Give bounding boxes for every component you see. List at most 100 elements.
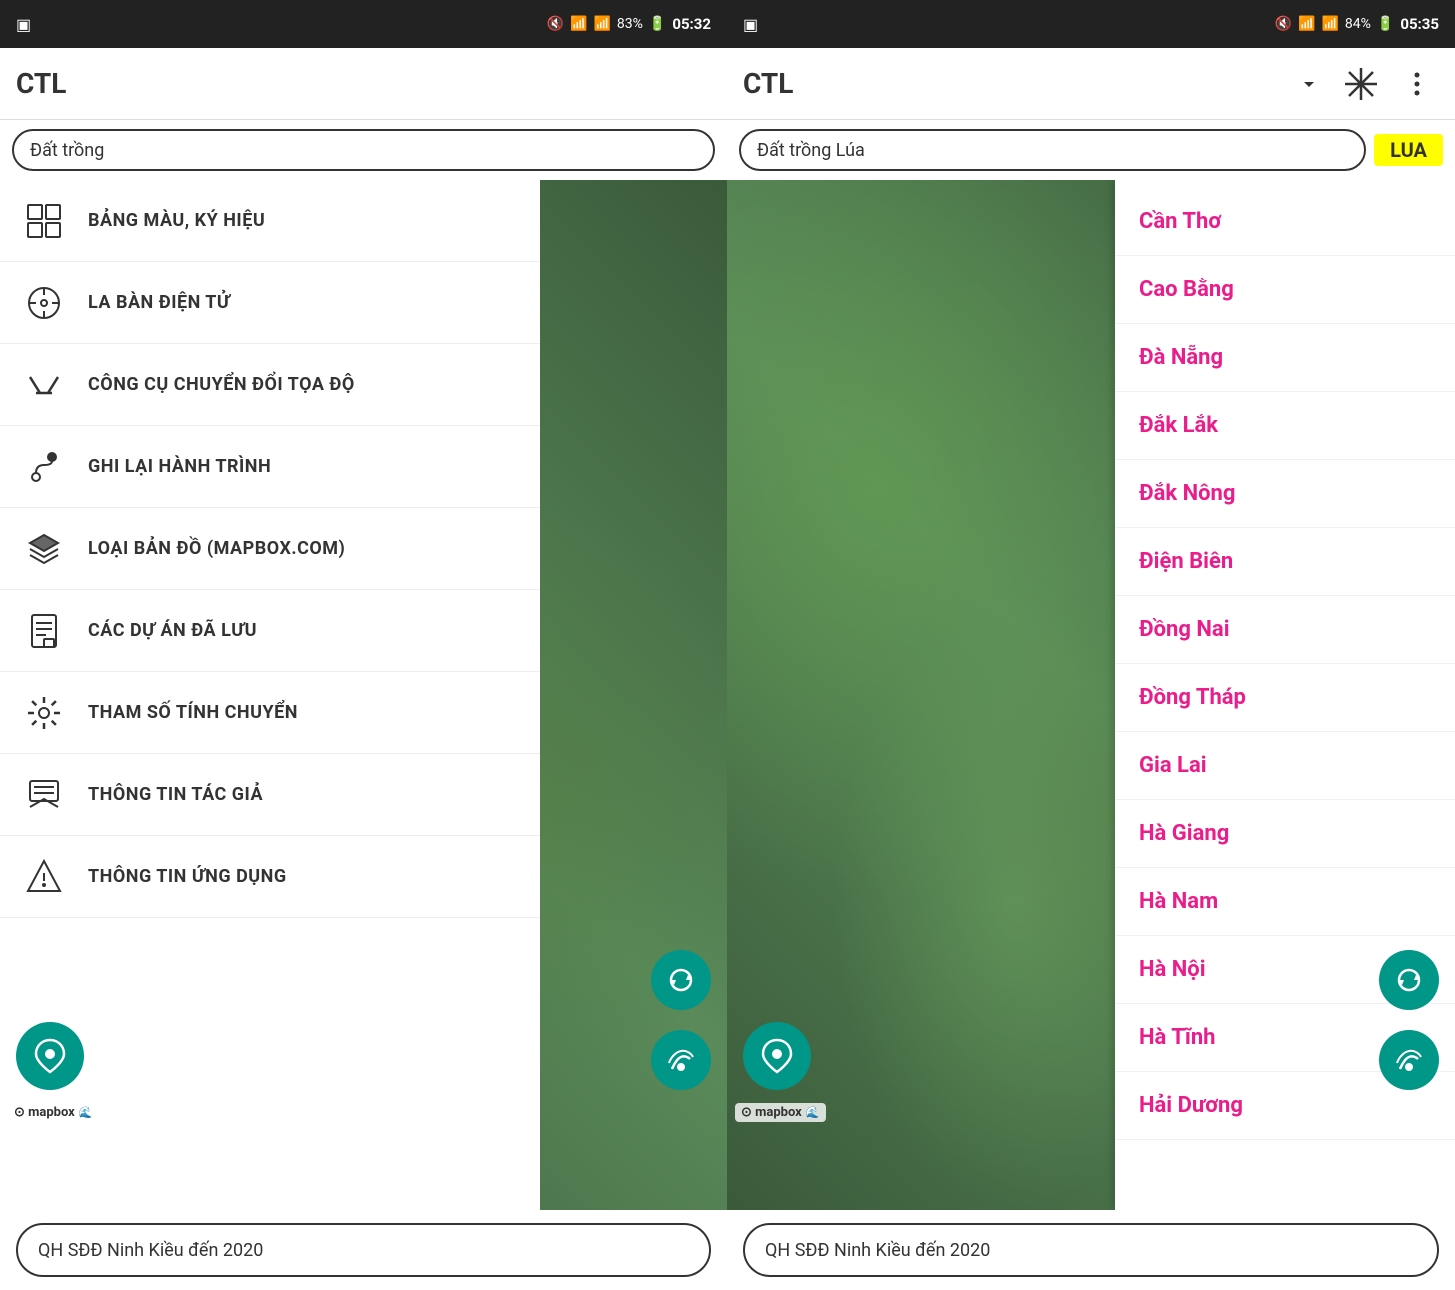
dropdown-label-ha-noi: Hà Nội — [1139, 957, 1206, 982]
app-title-right: CTL — [743, 67, 793, 100]
time-left: 05:32 — [672, 15, 711, 33]
map-area-right: Cần Thơ Cao Bằng Đà Nẵng Đắk Lắk Đắk Nôn… — [727, 180, 1455, 1210]
status-bar-right: ▣ 🔇 📶 📶 84% 🔋 05:35 — [727, 0, 1455, 48]
menu-label-cac-du-an: CÁC DỰ ÁN ĐÃ LƯU — [88, 620, 257, 641]
dropdown-item-can-tho[interactable]: Cần Thơ — [1115, 188, 1455, 256]
dropdown-label-ha-giang: Hà Giang — [1139, 821, 1229, 846]
dropdown-label-hai-duong: Hải Dương — [1139, 1093, 1243, 1118]
screen-icon: ▣ — [16, 15, 31, 34]
battery-icon-right: 🔋 — [1377, 16, 1394, 32]
panel-left: ▣ 🔇 📶 📶 83% 🔋 05:32 CTL Đất trồng — [0, 0, 727, 1290]
signal-icon-right: 📶 — [1321, 16, 1338, 32]
dropdown-label-gia-lai: Gia Lai — [1139, 753, 1207, 778]
dropdown-label-da-nang: Đà Nẵng — [1139, 345, 1223, 370]
dropdown-label-dak-lak: Đắk Lắk — [1139, 413, 1218, 438]
bottom-bar-left: QH SĐĐ Ninh Kiều đến 2020 — [0, 1210, 727, 1290]
menu-item-tham-so[interactable]: THAM SỐ TÍNH CHUYỂN — [0, 672, 540, 754]
search-pill-left[interactable]: Đất trồng — [12, 129, 715, 171]
menu-item-loai-ban-do[interactable]: LOẠI BẢN ĐỒ (MAPBOX.COM) — [0, 508, 540, 590]
more-button[interactable] — [1395, 62, 1439, 106]
app-header-left: CTL — [0, 48, 727, 120]
menu-item-cong-cu[interactable]: CÔNG CỤ CHUYỂN ĐỔI TỌA ĐỘ — [0, 344, 540, 426]
screen-icon-right: ▣ — [743, 15, 758, 34]
fab-location-left[interactable] — [16, 1022, 84, 1090]
layers-icon — [20, 525, 68, 573]
lua-badge: LUA — [1374, 134, 1443, 166]
fab-signal-right[interactable] — [1379, 1030, 1439, 1090]
status-bar-left: ▣ 🔇 📶 📶 83% 🔋 05:32 — [0, 0, 727, 48]
dropdown-item-dong-nai[interactable]: Đồng Nai — [1115, 596, 1455, 664]
dropdown-item-dak-lak[interactable]: Đắk Lắk — [1115, 392, 1455, 460]
dropdown-label-dong-thap: Đồng Tháp — [1139, 685, 1246, 710]
info-icon — [20, 853, 68, 901]
route-icon — [20, 443, 68, 491]
dropdown-label-can-tho: Cần Thơ — [1139, 209, 1221, 234]
search-text-left: Đất trồng — [30, 140, 104, 161]
wifi-icon: 📶 — [570, 16, 587, 32]
dropdown-label-dien-bien: Điện Biên — [1139, 549, 1233, 574]
dropdown-label-ha-tinh: Hà Tĩnh — [1139, 1025, 1216, 1050]
dropdown-item-da-nang[interactable]: Đà Nẵng — [1115, 324, 1455, 392]
battery-text: 83% — [617, 16, 643, 32]
dropdown-item-dong-thap[interactable]: Đồng Tháp — [1115, 664, 1455, 732]
battery-icon: 🔋 — [649, 16, 666, 32]
document-icon — [20, 607, 68, 655]
bottom-pill-left[interactable]: QH SĐĐ Ninh Kiều đến 2020 — [16, 1223, 711, 1277]
battery-text-right: 84% — [1345, 16, 1371, 32]
author-icon — [20, 771, 68, 819]
dropdown-item-dien-bien[interactable]: Điện Biên — [1115, 528, 1455, 596]
menu-item-cac-du-an[interactable]: CÁC DỰ ÁN ĐÃ LƯU — [0, 590, 540, 672]
mute-icon-right: 🔇 — [1275, 16, 1292, 32]
gear-icon — [20, 689, 68, 737]
map-area-left: BẢNG MÀU, KÝ HIỆU LA BÀN ĐIỆN TỬ — [0, 180, 727, 1210]
wifi-icon-right: 📶 — [1298, 16, 1315, 32]
dropdown-item-cao-bang[interactable]: Cao Bằng — [1115, 256, 1455, 324]
menu-label-loai-ban-do: LOẠI BẢN ĐỒ (MAPBOX.COM) — [88, 538, 345, 559]
dropdown-item-ha-giang[interactable]: Hà Giang — [1115, 800, 1455, 868]
menu-label-thong-tin-ung-dung: THÔNG TIN ỨNG DỤNG — [88, 866, 287, 887]
dropdown-item-ha-nam[interactable]: Hà Nam — [1115, 868, 1455, 936]
mapbox-logo-left: ⊙ mapbox 🌊 — [8, 1103, 99, 1122]
search-text-right: Đất trồng Lúa — [757, 140, 865, 161]
dropdown-item-gia-lai[interactable]: Gia Lai — [1115, 732, 1455, 800]
time-right: 05:35 — [1400, 15, 1439, 33]
grid-icon — [20, 197, 68, 245]
bottom-text-right: QH SĐĐ Ninh Kiều đến 2020 — [765, 1240, 990, 1261]
menu-label-bang-mau: BẢNG MÀU, KÝ HIỆU — [88, 210, 265, 231]
city-dropdown-button[interactable] — [1291, 66, 1327, 102]
dropdown-label-ha-nam: Hà Nam — [1139, 889, 1218, 914]
mapbox-logo-right: ⊙ mapbox 🌊 — [735, 1103, 826, 1122]
dropdown-label-cao-bang: Cao Bằng — [1139, 277, 1234, 302]
fab-location-right[interactable] — [743, 1022, 811, 1090]
menu-label-tham-so: THAM SỐ TÍNH CHUYỂN — [88, 702, 298, 723]
crosshair-icon — [20, 361, 68, 409]
menu-label-thong-tin-tac-gia: THÔNG TIN TÁC GIẢ — [88, 784, 263, 805]
menu-item-thong-tin-tac-gia[interactable]: THÔNG TIN TÁC GIẢ — [0, 754, 540, 836]
app-title-left: CTL — [16, 67, 66, 100]
app-header-right: CTL — [727, 48, 1455, 120]
dropdown-label-dak-nong: Đắk Nông — [1139, 481, 1235, 506]
search-pill-right[interactable]: Đất trồng Lúa — [739, 129, 1366, 171]
menu-item-ghi-lai[interactable]: GHI LẠI HÀNH TRÌNH — [0, 426, 540, 508]
search-bar-left: Đất trồng — [0, 120, 727, 180]
fab-refresh-left[interactable] — [651, 950, 711, 1010]
menu-item-thong-tin-ung-dung[interactable]: THÔNG TIN ỨNG DỤNG — [0, 836, 540, 918]
menu-label-la-ban: LA BÀN ĐIỆN TỬ — [88, 292, 230, 313]
bottom-bar-right: QH SĐĐ Ninh Kiều đến 2020 — [727, 1210, 1455, 1290]
menu-item-la-ban[interactable]: LA BÀN ĐIỆN TỬ — [0, 262, 540, 344]
menu-label-ghi-lai: GHI LẠI HÀNH TRÌNH — [88, 456, 271, 477]
bottom-text-left: QH SĐĐ Ninh Kiều đến 2020 — [38, 1240, 263, 1261]
bottom-pill-right[interactable]: QH SĐĐ Ninh Kiều đến 2020 — [743, 1223, 1439, 1277]
signal-icon: 📶 — [593, 16, 610, 32]
tools-button[interactable] — [1339, 62, 1383, 106]
menu-item-bang-mau[interactable]: BẢNG MÀU, KÝ HIỆU — [0, 180, 540, 262]
compass-icon — [20, 279, 68, 327]
search-bar-right: Đất trồng Lúa LUA — [727, 120, 1455, 180]
dropdown-label-dong-nai: Đồng Nai — [1139, 617, 1230, 642]
menu-label-cong-cu: CÔNG CỤ CHUYỂN ĐỔI TỌA ĐỘ — [88, 374, 355, 395]
fab-refresh-right[interactable] — [1379, 950, 1439, 1010]
panel-right: ▣ 🔇 📶 📶 84% 🔋 05:35 CTL — [727, 0, 1455, 1290]
dropdown-item-dak-nong[interactable]: Đắk Nông — [1115, 460, 1455, 528]
fab-signal-left[interactable] — [651, 1030, 711, 1090]
mute-icon: 🔇 — [547, 16, 564, 32]
